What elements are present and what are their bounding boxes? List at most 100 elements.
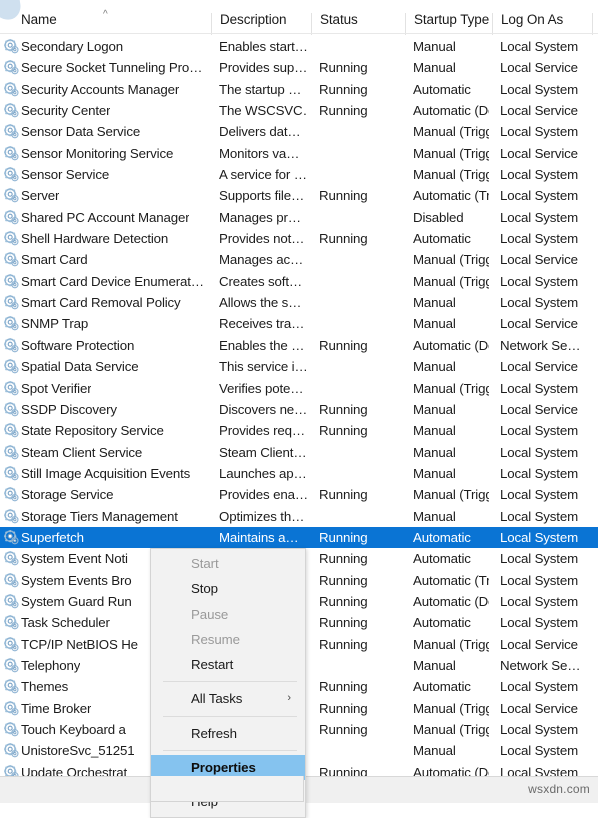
cell-service-name: Smart Card Device Enumerat… xyxy=(21,273,204,289)
table-row[interactable]: Spot Verifier Verifies pote… Manual (Trigg… xyxy=(0,378,598,399)
cell-service-name: Time Broker xyxy=(21,700,92,716)
column-divider-1[interactable] xyxy=(211,13,212,35)
menu-item-refresh[interactable]: Refresh xyxy=(151,721,305,746)
cell-service-name: Update Orchestrat xyxy=(21,764,128,776)
table-row[interactable]: Smart Card Device Enumerat… Creates soft…… xyxy=(0,271,598,292)
cell-startup-type: Automatic (De… xyxy=(413,593,489,609)
column-header-name[interactable]: Name xyxy=(21,12,57,27)
service-gear-icon xyxy=(4,551,19,566)
menu-item-restart[interactable]: Restart xyxy=(151,652,305,677)
table-row[interactable]: SSDP Discovery Discovers ne… Running Manual… xyxy=(0,399,598,420)
table-row[interactable]: Secure Socket Tunneling Pro… Provides sup… xyxy=(0,57,598,78)
cell-startup-type: Manual xyxy=(413,465,456,481)
service-gear-icon xyxy=(4,423,19,438)
cell-description: Discovers ne… xyxy=(219,401,307,417)
column-divider-3[interactable] xyxy=(405,13,406,35)
cell-startup-type: Automatic (De… xyxy=(413,337,489,353)
service-gear-icon xyxy=(4,615,19,630)
service-gear-icon xyxy=(4,530,19,545)
cell-startup-type: Automatic xyxy=(413,615,471,631)
menu-item-all-tasks[interactable]: All Tasks › xyxy=(151,686,305,711)
service-gear-icon xyxy=(4,465,19,481)
service-gear-icon xyxy=(4,145,19,161)
cell-log-on-as: Local System xyxy=(500,124,579,140)
table-row[interactable]: SNMP Trap Receives tra… Manual Local Servic… xyxy=(0,313,598,334)
cell-log-on-as: Local System xyxy=(500,615,579,631)
table-row[interactable]: Security Center The WSCSVC… Running Automat… xyxy=(0,100,598,121)
cell-startup-type: Manual xyxy=(413,657,456,673)
column-header-status[interactable]: Status xyxy=(320,12,358,27)
service-gear-icon xyxy=(4,594,19,609)
table-row[interactable]: Secondary Logon Enables start… Manual Local… xyxy=(0,36,598,57)
cell-startup-type: Manual xyxy=(413,39,456,54)
cell-log-on-as: Local System xyxy=(500,572,579,588)
cell-log-on-as: Local System xyxy=(500,273,579,289)
cell-service-name: Spatial Data Service xyxy=(21,359,139,375)
cell-log-on-as: Local Service xyxy=(500,401,578,417)
table-row[interactable]: Sensor Data Service Delivers dat… Manual (… xyxy=(0,121,598,142)
cell-status: Running xyxy=(319,722,368,737)
table-row[interactable]: Shared PC Account Manager Manages pr… Disa… xyxy=(0,207,598,228)
table-row[interactable]: Superfetch Maintains a… Running Automatic Lo… xyxy=(0,526,598,549)
cell-description: Receives tra… xyxy=(219,316,305,332)
cell-service-name: Shared PC Account Manager xyxy=(21,209,190,225)
cell-status: Running xyxy=(319,401,368,417)
cell-description: The WSCSVC… xyxy=(219,103,307,119)
service-gear-icon xyxy=(4,81,19,97)
table-row[interactable]: Software Protection Enables the … Running A… xyxy=(0,335,598,356)
cell-description: Provides not… xyxy=(219,231,305,247)
service-gear-icon xyxy=(4,316,19,331)
menu-item-start: Start xyxy=(191,556,219,571)
table-row[interactable]: Storage Service Provides ena… Running Manua… xyxy=(0,484,598,505)
table-row[interactable]: Steam Client Service Steam Client… Manual L… xyxy=(0,442,598,463)
cell-status: Running xyxy=(319,572,368,588)
cell-description: Provides req… xyxy=(219,423,305,439)
table-row[interactable]: Sensor Monitoring Service Monitors va… Man… xyxy=(0,143,598,164)
service-gear-icon xyxy=(4,167,19,182)
column-divider-2[interactable] xyxy=(311,13,312,35)
table-row[interactable]: Smart Card Removal Policy Allows the s… Ma… xyxy=(0,292,598,313)
cell-log-on-as: Local Service xyxy=(500,252,578,268)
cell-description: Provides ena… xyxy=(219,487,307,503)
column-header-startup-type[interactable]: Startup Type xyxy=(414,12,489,27)
cell-description: Manages ac… xyxy=(219,252,304,268)
cell-service-name: UnistoreSvc_51251 xyxy=(21,743,135,759)
table-row[interactable]: Spatial Data Service This service i… Manua… xyxy=(0,356,598,377)
column-header-row[interactable]: ^ Name Description Status Startup Type L… xyxy=(0,7,598,35)
table-row[interactable]: Still Image Acquisition Events Launches a… xyxy=(0,463,598,484)
cell-log-on-as: Local Service xyxy=(500,60,578,76)
table-row[interactable]: Security Accounts Manager The startup … Ru… xyxy=(0,79,598,100)
cell-log-on-as: Local System xyxy=(500,167,579,183)
column-divider-4[interactable] xyxy=(492,13,493,35)
table-row[interactable]: Sensor Service A service for … Manual (Tri… xyxy=(0,164,598,185)
table-row[interactable]: State Repository Service Provides req… Run… xyxy=(0,420,598,441)
service-gear-icon xyxy=(4,209,19,225)
column-header-description[interactable]: Description xyxy=(220,12,287,27)
chevron-right-icon: › xyxy=(287,692,291,705)
cell-log-on-as: Local System xyxy=(500,593,579,609)
cell-service-name: System Events Bro xyxy=(21,572,132,588)
column-divider-5[interactable] xyxy=(592,13,593,35)
cell-log-on-as: Local Service xyxy=(500,700,578,716)
cell-description: Manages pr… xyxy=(219,209,301,225)
table-row[interactable]: Shell Hardware Detection Provides not… Run… xyxy=(0,228,598,249)
menu-item-stop[interactable]: Stop xyxy=(151,576,305,601)
cell-startup-type: Manual xyxy=(413,423,456,439)
cell-startup-type: Automatic xyxy=(413,81,471,97)
cell-startup-type: Manual xyxy=(413,295,456,311)
column-header-log-on-as[interactable]: Log On As xyxy=(501,12,563,27)
service-gear-icon xyxy=(4,188,19,203)
table-row[interactable]: Smart Card Manages ac… Manual (Trigg… Local… xyxy=(0,249,598,270)
cell-service-name: SNMP Trap xyxy=(21,316,89,332)
cell-log-on-as: Local System xyxy=(500,209,579,225)
table-row[interactable]: Storage Tiers Management Optimizes th… Man… xyxy=(0,506,598,527)
cell-startup-type: Manual (Trigg… xyxy=(413,700,489,716)
cell-status: Running xyxy=(319,529,368,545)
cell-log-on-as: Local System xyxy=(500,743,579,759)
cell-startup-type: Manual xyxy=(413,444,456,460)
service-gear-icon xyxy=(4,295,19,310)
cell-status: Running xyxy=(319,764,368,776)
table-row[interactable]: Server Supports file… Running Automatic (Tr… xyxy=(0,185,598,206)
cell-service-name: Superfetch xyxy=(21,529,84,545)
cell-log-on-as: Local System xyxy=(500,444,579,460)
